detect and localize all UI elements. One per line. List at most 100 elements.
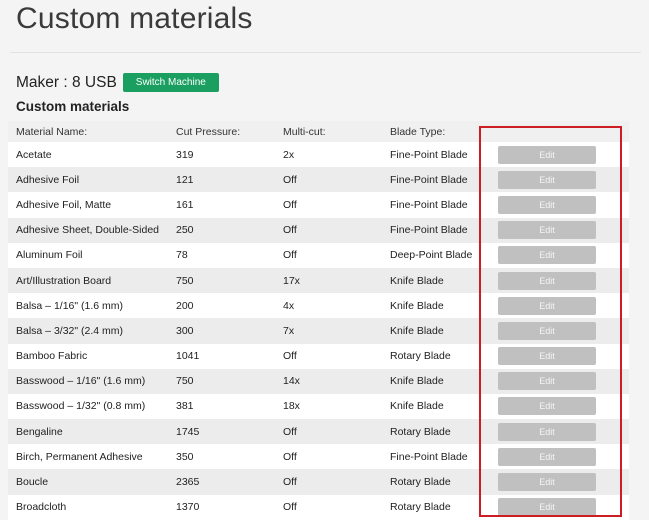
material-name-cell: Acetate	[8, 142, 176, 168]
cut-pressure-cell: 1745	[176, 419, 283, 445]
cut-pressure-cell: 350	[176, 444, 283, 470]
edit-cell: Edit	[497, 419, 629, 445]
edit-cell: Edit	[497, 192, 629, 218]
material-name-cell: Balsa – 3/32" (2.4 mm)	[8, 318, 176, 344]
column-header-material-name: Material Name:	[8, 121, 176, 142]
edit-button[interactable]: Edit	[498, 473, 596, 492]
material-name-cell: Adhesive Foil	[8, 167, 176, 193]
table-row: Aluminum Foil 78 Off Deep-Point Blade Edit	[8, 242, 629, 268]
edit-cell: Edit	[497, 494, 629, 520]
edit-cell: Edit	[497, 142, 629, 168]
column-header-actions	[497, 121, 629, 142]
multi-cut-cell: Off	[283, 217, 390, 243]
edit-button[interactable]: Edit	[498, 498, 596, 517]
multi-cut-cell: Off	[283, 419, 390, 445]
multi-cut-cell: 2x	[283, 142, 390, 168]
edit-cell: Edit	[497, 217, 629, 243]
blade-type-cell: Fine-Point Blade	[390, 444, 497, 470]
materials-table-body: Acetate 319 2x Fine-Point Blade Edit Adhesive…	[8, 142, 629, 520]
page-title: Custom materials	[16, 2, 253, 35]
edit-cell: Edit	[497, 444, 629, 470]
cut-pressure-cell: 1041	[176, 343, 283, 369]
materials-table: Material Name: Cut Pressure: Multi-cut: …	[8, 121, 629, 520]
blade-type-cell: Knife Blade	[390, 318, 497, 344]
blade-type-cell: Rotary Blade	[390, 419, 497, 445]
table-row: Adhesive Foil 121 Off Fine-Point Blade Edit	[8, 167, 629, 193]
cut-pressure-cell: 121	[176, 167, 283, 193]
edit-button[interactable]: Edit	[498, 296, 596, 315]
multi-cut-cell: 4x	[283, 293, 390, 319]
maker-row: Maker : 8 USB Switch Machine	[16, 73, 219, 92]
table-row: Art/Illustration Board 750 17x Knife Blade E…	[8, 267, 629, 294]
edit-button[interactable]: Edit	[498, 347, 596, 366]
table-row: Bamboo Fabric 1041 Off Rotary Blade Edit	[8, 343, 629, 369]
multi-cut-cell: Off	[283, 167, 390, 193]
edit-cell: Edit	[497, 469, 629, 495]
cut-pressure-cell: 200	[176, 293, 283, 319]
edit-button[interactable]: Edit	[498, 195, 596, 214]
table-row: Adhesive Foil, Matte 161 Off Fine-Point Bla…	[8, 192, 629, 218]
section-title: Custom materials	[16, 99, 130, 114]
material-name-cell: Adhesive Sheet, Double-Sided	[8, 217, 176, 243]
cut-pressure-cell: 381	[176, 393, 283, 420]
blade-type-cell: Fine-Point Blade	[390, 142, 497, 168]
cut-pressure-cell: 319	[176, 142, 283, 168]
blade-type-cell: Rotary Blade	[390, 343, 497, 369]
edit-cell: Edit	[497, 167, 629, 193]
multi-cut-cell: 7x	[283, 318, 390, 344]
table-row: Boucle 2365 Off Rotary Blade Edit	[8, 469, 629, 495]
edit-button[interactable]: Edit	[498, 321, 596, 340]
title-divider	[10, 52, 641, 53]
cut-pressure-cell: 2365	[176, 469, 283, 495]
edit-cell: Edit	[497, 242, 629, 268]
blade-type-cell: Deep-Point Blade	[390, 242, 497, 268]
edit-button[interactable]: Edit	[498, 422, 596, 441]
blade-type-cell: Knife Blade	[390, 368, 497, 394]
cut-pressure-cell: 161	[176, 192, 283, 218]
column-header-multi-cut: Multi-cut:	[283, 121, 390, 142]
blade-type-cell: Fine-Point Blade	[390, 167, 497, 193]
multi-cut-cell: Off	[283, 444, 390, 470]
edit-cell: Edit	[497, 393, 629, 420]
multi-cut-cell: Off	[283, 192, 390, 218]
edit-button[interactable]: Edit	[498, 221, 596, 240]
table-row: Balsa – 3/32" (2.4 mm) 300 7x Knife Blade Ed…	[8, 318, 629, 344]
material-name-cell: Bamboo Fabric	[8, 343, 176, 369]
multi-cut-cell: Off	[283, 494, 390, 520]
material-name-cell: Adhesive Foil, Matte	[8, 192, 176, 218]
edit-button[interactable]: Edit	[498, 246, 596, 265]
table-row: Balsa – 1/16" (1.6 mm) 200 4x Knife Blade Ed…	[8, 293, 629, 319]
edit-cell: Edit	[497, 368, 629, 394]
material-name-cell: Bengaline	[8, 419, 176, 445]
multi-cut-cell: 18x	[283, 393, 390, 420]
edit-button[interactable]: Edit	[498, 145, 596, 164]
table-row: Basswood – 1/32" (0.8 mm) 381 18x Knife Bla…	[8, 393, 629, 420]
multi-cut-cell: Off	[283, 469, 390, 495]
multi-cut-cell: Off	[283, 242, 390, 268]
column-header-blade-type: Blade Type:	[390, 121, 497, 142]
edit-cell: Edit	[497, 343, 629, 369]
table-row: Broadcloth 1370 Off Rotary Blade Edit	[8, 494, 629, 520]
edit-button[interactable]: Edit	[498, 271, 596, 290]
edit-button[interactable]: Edit	[498, 372, 596, 391]
edit-button[interactable]: Edit	[498, 447, 596, 466]
material-name-cell: Broadcloth	[8, 494, 176, 520]
table-row: Bengaline 1745 Off Rotary Blade Edit	[8, 419, 629, 445]
material-name-cell: Boucle	[8, 469, 176, 495]
blade-type-cell: Knife Blade	[390, 293, 497, 319]
switch-machine-button[interactable]: Switch Machine	[122, 73, 219, 92]
blade-type-cell: Fine-Point Blade	[390, 217, 497, 243]
edit-button[interactable]: Edit	[498, 397, 596, 416]
edit-button[interactable]: Edit	[498, 170, 596, 189]
material-name-cell: Birch, Permanent Adhesive	[8, 444, 176, 470]
table-row: Adhesive Sheet, Double-Sided 250 Off Fine-P…	[8, 217, 629, 243]
blade-type-cell: Rotary Blade	[390, 494, 497, 520]
multi-cut-cell: Off	[283, 343, 390, 369]
column-header-cut-pressure: Cut Pressure:	[176, 121, 283, 142]
blade-type-cell: Knife Blade	[390, 267, 497, 294]
table-row: Acetate 319 2x Fine-Point Blade Edit	[8, 142, 629, 168]
edit-cell: Edit	[497, 267, 629, 294]
edit-cell: Edit	[497, 318, 629, 344]
table-row: Birch, Permanent Adhesive 350 Off Fine-Poin…	[8, 444, 629, 470]
material-name-cell: Balsa – 1/16" (1.6 mm)	[8, 293, 176, 319]
